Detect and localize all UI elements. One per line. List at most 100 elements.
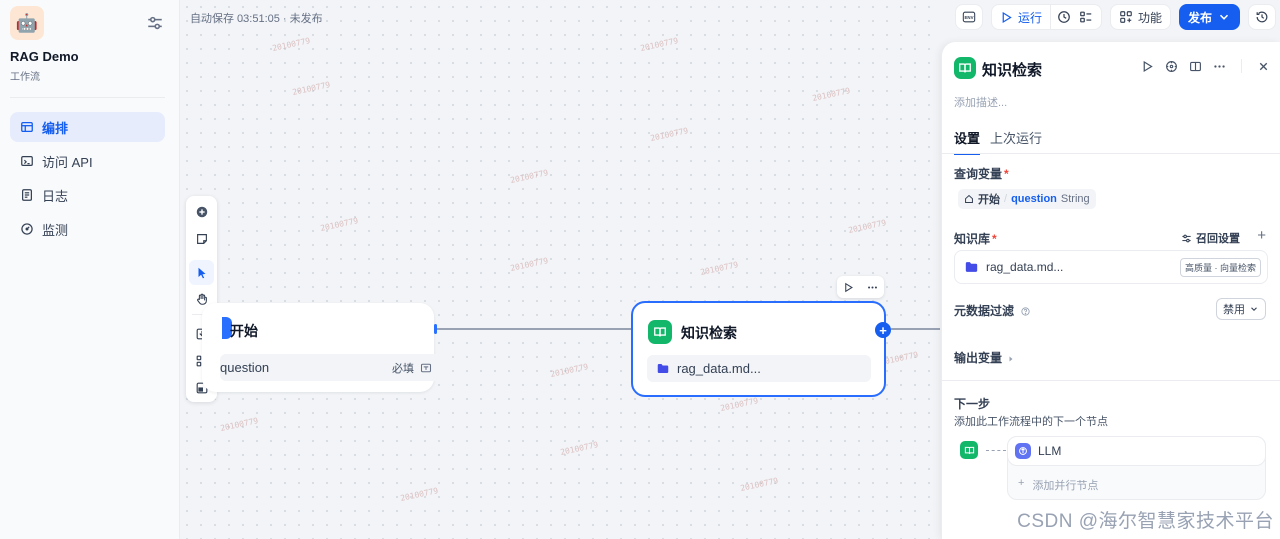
add-note-button[interactable] <box>189 226 214 251</box>
help-icon[interactable] <box>1021 307 1030 316</box>
sidebar: 🤖 RAG Demo 工作流 编排 访问 API 日志 监测 <box>0 0 180 539</box>
app-type: 工作流 <box>10 72 40 83</box>
sidebar-item-label: 编排 <box>42 120 69 136</box>
app-icon: 🤖 <box>10 6 44 40</box>
variable-source: 开始 <box>978 194 1000 206</box>
add-next-node-button[interactable]: + <box>875 322 891 338</box>
hand-icon <box>196 293 207 305</box>
kb-node-dataset: rag_data.md... <box>647 355 871 382</box>
add-dataset-button[interactable]: + <box>1257 227 1266 244</box>
variable-name: question <box>1011 193 1057 205</box>
autosave-status: 自动保存 03:51:05 · 未发布 <box>190 13 323 25</box>
node-actions <box>837 276 884 298</box>
variable-separator: / <box>1004 193 1008 205</box>
svg-text:ENV: ENV <box>965 15 974 20</box>
dataset-name: rag_data.md... <box>677 361 761 376</box>
panel-title[interactable]: 知识检索 <box>982 59 1042 80</box>
panel-tabs: 设置 上次运行 <box>954 128 1042 155</box>
watermark: 20100779 <box>699 260 740 277</box>
add-parallel-node-button[interactable]: + 添加并行节点 <box>1018 477 1098 493</box>
workflow-canvas[interactable]: 自动保存 03:51:05 · 未发布 20100779 20100779 20… <box>180 0 940 539</box>
sidebar-item-label: 日志 <box>42 188 69 204</box>
app-settings-icon[interactable] <box>146 14 164 32</box>
history-icon <box>1256 11 1268 23</box>
book-open-icon[interactable] <box>1189 60 1202 73</box>
metadata-filter-select[interactable]: 禁用 <box>1216 298 1266 320</box>
note-icon <box>196 233 207 244</box>
terminal-icon <box>21 156 33 166</box>
watermark: 20100779 <box>649 126 690 143</box>
sidebar-item-label: 监测 <box>42 222 69 238</box>
query-variable-chip[interactable]: 开始 / question String <box>958 189 1096 209</box>
variable-type: String <box>1060 193 1090 205</box>
watermark: 20100779 <box>319 216 360 233</box>
env-button[interactable]: ENV <box>955 4 983 30</box>
next-nodes-box: LLM + 添加并行节点 <box>1007 436 1266 500</box>
next-step-description: 添加此工作流程中的下一个节点 <box>954 416 1108 428</box>
recall-settings-button[interactable]: 召回设置 <box>1181 230 1240 246</box>
description-input[interactable]: 添加描述... <box>954 94 1007 110</box>
watermark: 20100779 <box>291 80 332 97</box>
panel-actions <box>1141 59 1270 73</box>
tab-last-run[interactable]: 上次运行 <box>990 128 1042 155</box>
play-icon[interactable] <box>843 282 854 293</box>
tab-settings[interactable]: 设置 <box>954 128 981 155</box>
chevron-right-icon <box>1009 356 1013 362</box>
checklist-button[interactable] <box>1077 5 1101 29</box>
top-toolbar: ENV 运行 功能 发布 <box>955 4 1277 30</box>
more-icon[interactable] <box>867 282 878 293</box>
recall-settings-label: 召回设置 <box>1196 233 1240 245</box>
run-button[interactable]: 运行 <box>992 5 1052 29</box>
watermark: 20100779 <box>219 416 260 433</box>
folder-icon <box>965 262 978 272</box>
start-node-source-handle[interactable] <box>434 324 437 334</box>
features-label: 功能 <box>1138 10 1163 25</box>
edge-kb-to-next <box>891 328 940 330</box>
run-history-button[interactable] <box>1051 5 1077 29</box>
csdn-watermark: CSDN @海尔智慧家技术平台 <box>1017 511 1274 532</box>
sidebar-item-api[interactable]: 访问 API <box>10 146 165 176</box>
plus-circle-icon <box>196 206 207 217</box>
watermark: 20100779 <box>847 218 888 235</box>
actions-divider <box>1241 59 1242 73</box>
section-divider <box>942 380 1280 381</box>
layout-icon <box>21 121 33 133</box>
features-button[interactable]: 功能 <box>1110 4 1172 30</box>
watermark: 20100779 <box>559 440 600 457</box>
edge-start-to-kb <box>434 328 631 330</box>
play-icon[interactable] <box>1141 60 1154 73</box>
sidebar-item-orchestrate[interactable]: 编排 <box>10 112 165 142</box>
next-step-label: 下一步 <box>954 397 991 411</box>
output-variables-toggle[interactable]: 输出变量 <box>954 349 1015 366</box>
kb-node-title: 知识检索 <box>681 325 737 341</box>
close-icon[interactable] <box>1257 60 1270 73</box>
help-circle-icon[interactable] <box>1165 60 1178 73</box>
add-parallel-label: 添加并行节点 <box>1032 480 1099 492</box>
dataset-item[interactable]: rag_data.md... 高质量 · 向量检索 <box>954 250 1268 284</box>
metadata-filter-label: 元数据过滤 <box>954 302 1030 319</box>
cursor-icon <box>198 267 205 278</box>
version-history-button[interactable] <box>1248 4 1277 30</box>
pointer-mode-button[interactable] <box>189 260 214 285</box>
sidebar-nav: 编排 访问 API 日志 监测 <box>10 112 165 248</box>
watermark: 20100779 <box>399 486 440 503</box>
more-icon[interactable] <box>1213 60 1226 73</box>
settings-sliders-icon <box>1182 234 1191 242</box>
watermark: 20100779 <box>509 256 550 273</box>
panel-node-icon <box>954 57 976 79</box>
text-input-icon <box>420 363 432 372</box>
run-group: 运行 <box>991 4 1103 30</box>
folder-icon <box>657 364 669 373</box>
sidebar-item-monitor[interactable]: 监测 <box>10 214 165 244</box>
sidebar-item-logs[interactable]: 日志 <box>10 180 165 210</box>
knowledge-retrieval-node[interactable]: 知识检索 rag_data.md... <box>631 301 886 397</box>
start-node-title: 开始 <box>230 323 258 339</box>
start-node[interactable]: 开始 question 必填 <box>202 303 442 392</box>
publish-button[interactable]: 发布 <box>1179 4 1241 30</box>
query-variable-label: 查询变量 * <box>954 167 1009 181</box>
metadata-filter-value: 禁用 <box>1223 304 1245 316</box>
run-label: 运行 <box>1018 10 1043 25</box>
book-icon <box>960 441 978 459</box>
add-node-button[interactable] <box>189 199 214 224</box>
next-node-llm[interactable]: LLM <box>1007 436 1266 466</box>
